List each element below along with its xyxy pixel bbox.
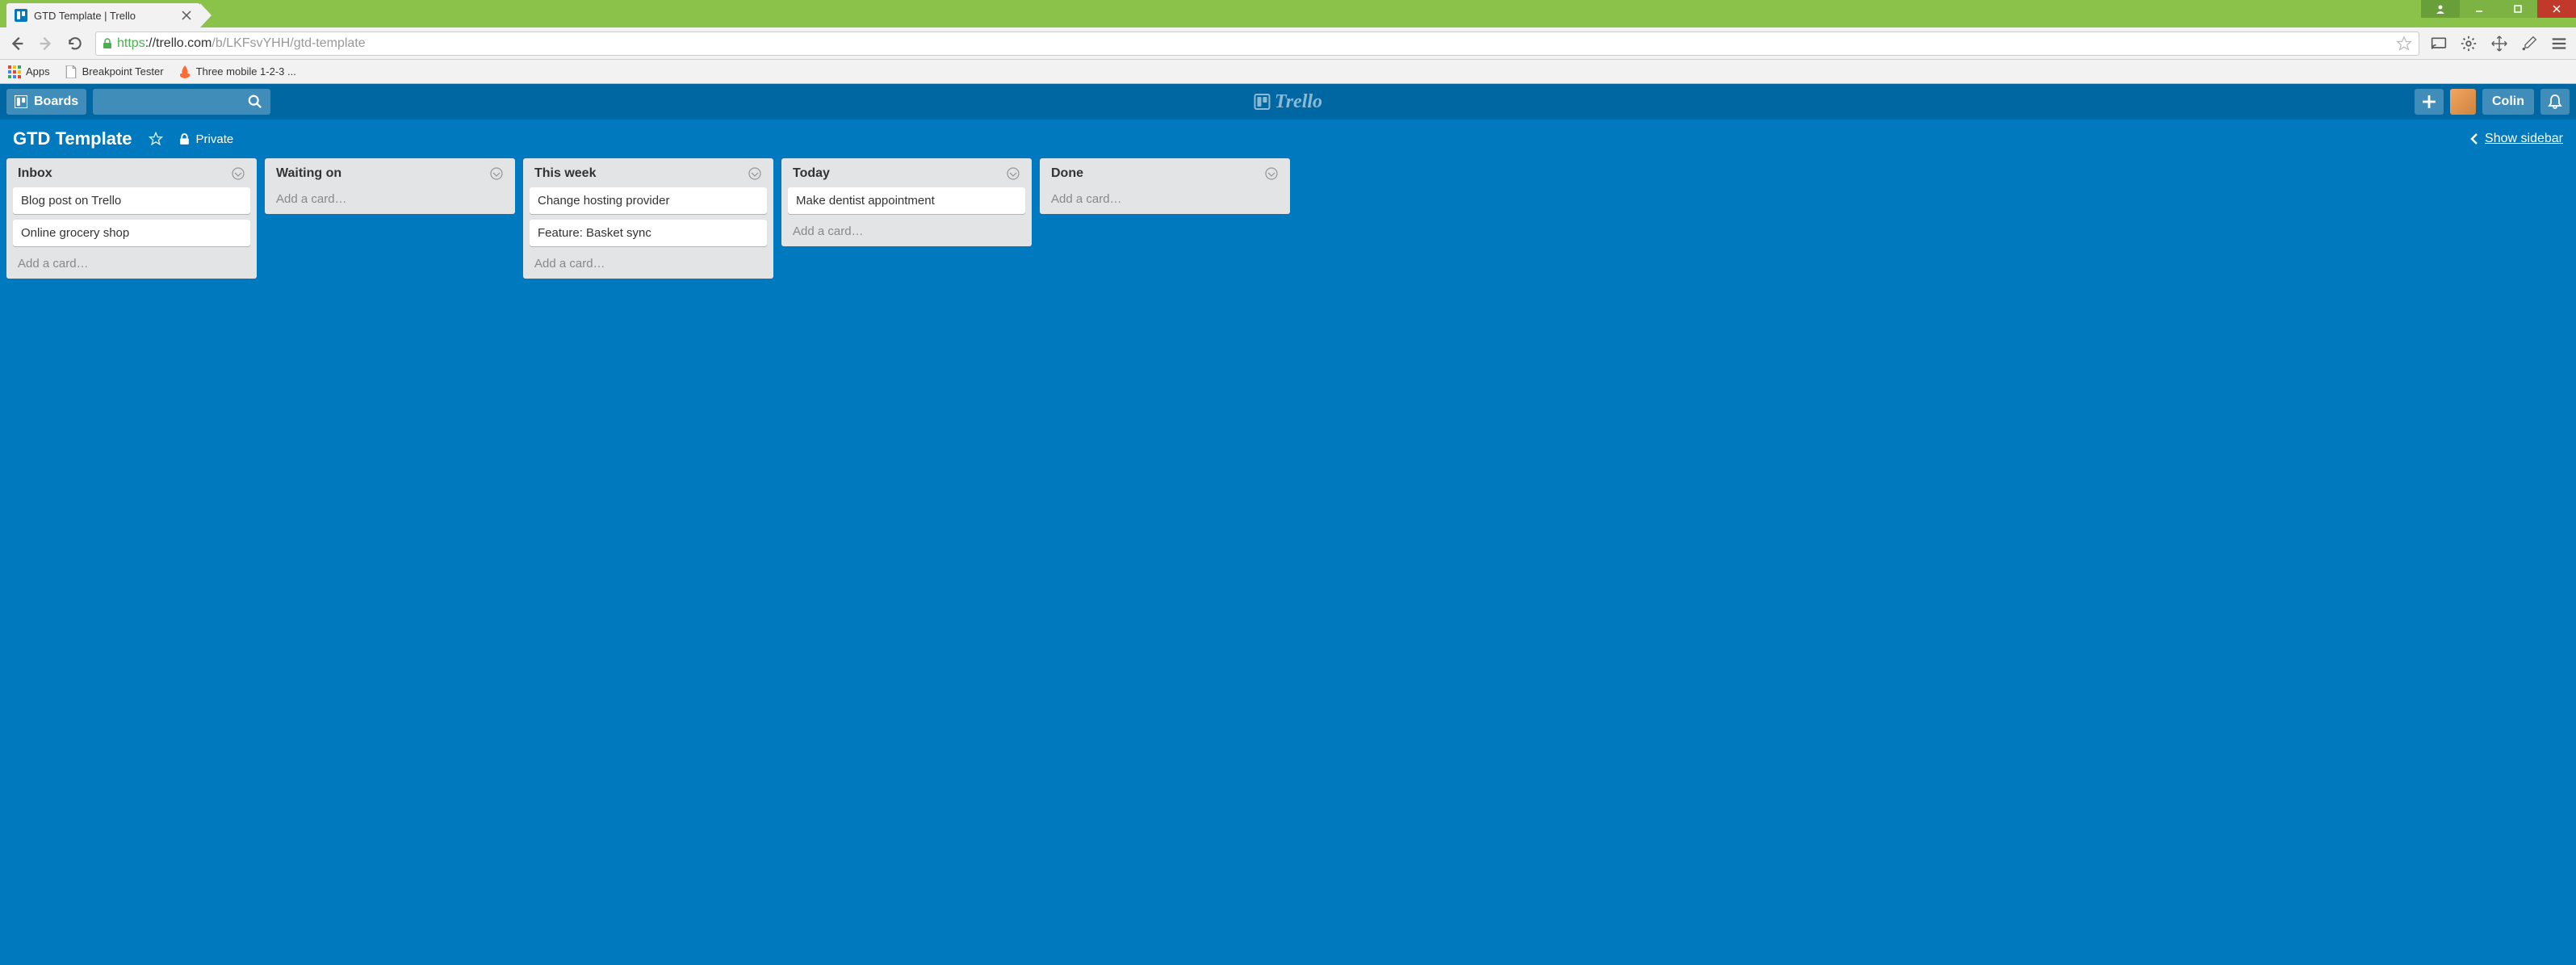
url-text: https://trello.com/b/LKFsvYHH/gtd-templa… <box>117 36 366 51</box>
trello-logo[interactable]: Trello <box>1254 91 1322 113</box>
nav-bar: https://trello.com/b/LKFsvYHH/gtd-templa… <box>0 27 2576 60</box>
user-avatar[interactable] <box>2450 89 2476 115</box>
plus-icon <box>2422 94 2436 109</box>
bookmark-label: Three mobile 1-2-3 ... <box>196 65 296 78</box>
window-controls <box>2421 0 2576 18</box>
add-card-button[interactable]: Add a card… <box>13 252 250 272</box>
card[interactable]: Change hosting provider <box>530 187 767 214</box>
board-canvas[interactable]: Inbox Blog post on Trello Online grocery s… <box>0 158 2576 965</box>
chevron-left-icon <box>2470 132 2478 145</box>
search-input[interactable] <box>93 89 270 115</box>
list: Done Add a card… <box>1040 158 1290 214</box>
card[interactable]: Blog post on Trello <box>13 187 250 214</box>
list-header: Waiting on <box>271 165 509 187</box>
visibility-label: Private <box>196 132 234 146</box>
lock-icon <box>179 133 190 145</box>
list-title[interactable]: Done <box>1051 166 1083 181</box>
page-icon <box>65 65 77 78</box>
list-title[interactable]: Today <box>793 166 830 181</box>
list-menu-icon[interactable] <box>748 166 762 181</box>
bell-icon <box>2548 94 2562 109</box>
notifications-button[interactable] <box>2540 89 2570 115</box>
list-title[interactable]: Inbox <box>18 166 52 181</box>
trello-logo-icon <box>1254 94 1270 110</box>
logo-text: Trello <box>1275 91 1322 113</box>
list: Waiting on Add a card… <box>265 158 515 214</box>
board-header: GTD Template Private Show sidebar <box>0 120 2576 158</box>
card[interactable]: Feature: Basket sync <box>530 220 767 246</box>
tab-edge <box>200 3 212 27</box>
reload-button[interactable] <box>66 35 84 52</box>
eyedropper-icon[interactable] <box>2521 36 2537 52</box>
bookmark-label: Breakpoint Tester <box>82 65 164 78</box>
card[interactable]: Online grocery shop <box>13 220 250 246</box>
browser-chrome: GTD Template | Trello https://trello.com… <box>0 0 2576 84</box>
boards-button[interactable]: Boards <box>6 89 86 115</box>
forward-button[interactable] <box>37 35 55 52</box>
star-board-icon[interactable] <box>149 132 163 146</box>
list-menu-icon[interactable] <box>231 166 245 181</box>
cast-icon[interactable] <box>2431 36 2447 52</box>
extension-icons <box>2431 35 2568 52</box>
bookmark-label: Apps <box>26 65 50 78</box>
add-card-button[interactable]: Add a card… <box>271 187 509 208</box>
list-header: This week <box>530 165 767 187</box>
username-button[interactable]: Colin <box>2482 89 2534 115</box>
bookmark-item[interactable]: Three mobile 1-2-3 ... <box>178 65 296 78</box>
list-title[interactable]: Waiting on <box>276 166 341 181</box>
board-title[interactable]: GTD Template <box>13 128 132 149</box>
show-sidebar-button[interactable]: Show sidebar <box>2470 132 2563 146</box>
add-card-button[interactable]: Add a card… <box>530 252 767 272</box>
list-header: Inbox <box>13 165 250 187</box>
trello-app: Boards Trello Colin GTD Template Pri <box>0 84 2576 965</box>
window-maximize-button[interactable] <box>2499 0 2537 18</box>
tab-bar: GTD Template | Trello <box>0 0 2576 27</box>
browser-tab[interactable]: GTD Template | Trello <box>6 3 200 27</box>
gear-icon[interactable] <box>2460 35 2478 52</box>
list-menu-icon[interactable] <box>489 166 504 181</box>
menu-icon[interactable] <box>2550 35 2568 52</box>
list: Inbox Blog post on Trello Online grocery s… <box>6 158 257 279</box>
bookmark-bar: Apps Breakpoint Tester Three mobile 1-2-… <box>0 60 2576 84</box>
tab-title: GTD Template | Trello <box>34 10 174 22</box>
list-menu-icon[interactable] <box>1264 166 1279 181</box>
list-title[interactable]: This week <box>534 166 596 181</box>
window-minimize-button[interactable] <box>2460 0 2499 18</box>
trello-header: Boards Trello Colin <box>0 84 2576 120</box>
card[interactable]: Make dentist appointment <box>788 187 1025 214</box>
add-card-button[interactable]: Add a card… <box>788 220 1025 240</box>
boards-label: Boards <box>34 94 78 109</box>
window-close-button[interactable] <box>2537 0 2576 18</box>
visibility-button[interactable]: Private <box>179 132 234 146</box>
list-menu-icon[interactable] <box>1006 166 1020 181</box>
search-icon <box>248 94 262 109</box>
list-header: Done <box>1046 165 1284 187</box>
list-header: Today <box>788 165 1025 187</box>
show-sidebar-label: Show sidebar <box>2485 132 2563 146</box>
star-icon[interactable] <box>2396 36 2412 52</box>
list: This week Change hosting provider Feature:… <box>523 158 773 279</box>
username-label: Colin <box>2492 94 2524 109</box>
close-tab-icon[interactable] <box>181 10 192 21</box>
lock-icon <box>103 38 112 49</box>
trello-favicon <box>15 9 27 22</box>
address-bar[interactable]: https://trello.com/b/LKFsvYHH/gtd-templa… <box>95 31 2419 56</box>
chrome-user-button[interactable] <box>2421 0 2460 18</box>
back-button[interactable] <box>8 35 26 52</box>
move-icon[interactable] <box>2490 35 2508 52</box>
bookmark-apps[interactable]: Apps <box>8 65 50 78</box>
add-button[interactable] <box>2415 89 2444 115</box>
bookmark-item[interactable]: Breakpoint Tester <box>65 65 164 78</box>
fire-icon <box>178 65 191 78</box>
list: Today Make dentist appointment Add a card… <box>781 158 1032 246</box>
apps-icon <box>8 65 21 78</box>
add-card-button[interactable]: Add a card… <box>1046 187 1284 208</box>
